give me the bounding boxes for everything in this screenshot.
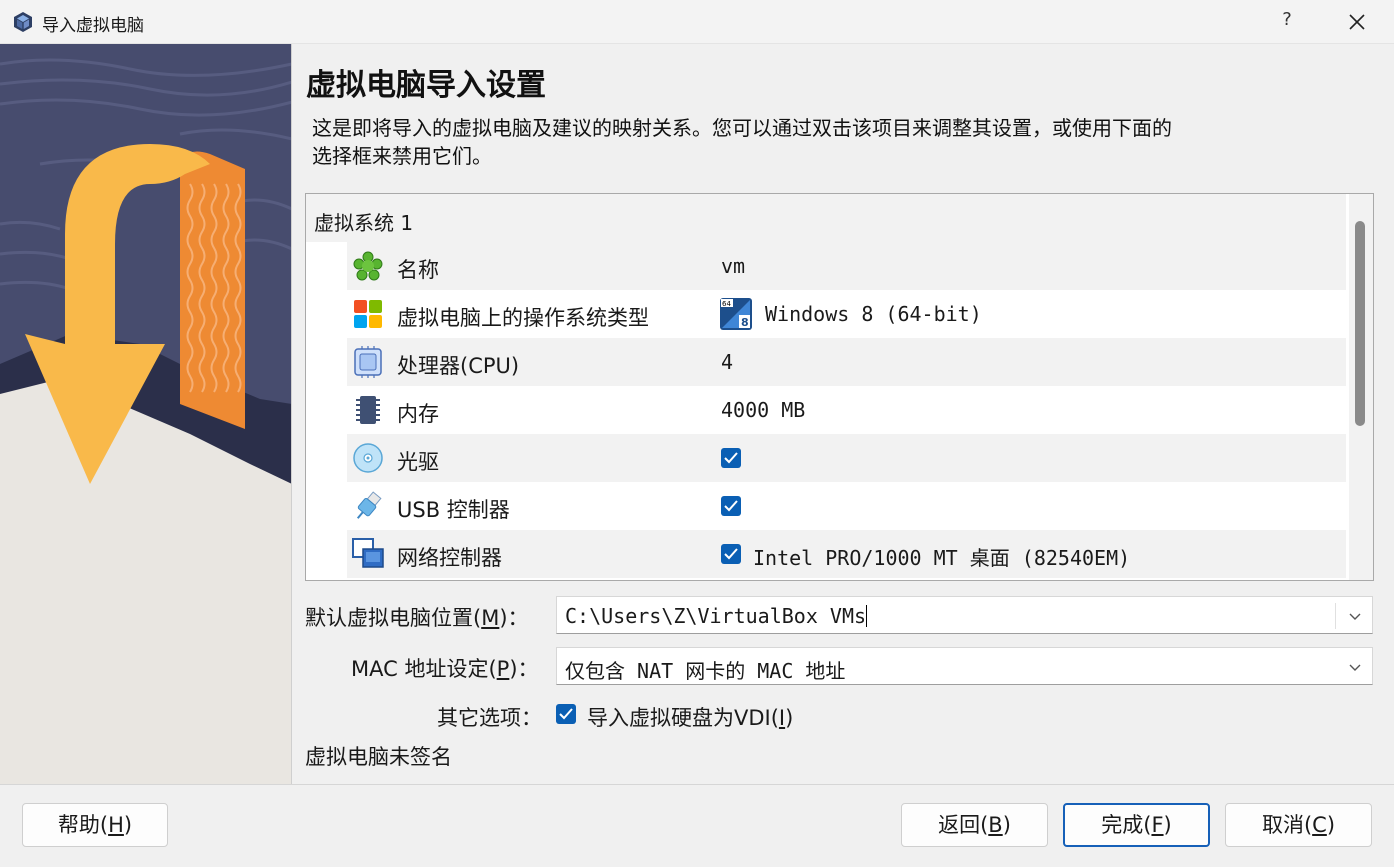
tree-scrollbar-thumb[interactable] bbox=[1355, 221, 1365, 426]
tree-scrollbar[interactable] bbox=[1349, 194, 1373, 580]
os-type-icon bbox=[354, 300, 382, 328]
virtual-system-label: 虚拟系统 1 bbox=[314, 211, 414, 235]
machine-folder-combobox[interactable]: C:\Users\Z\VirtualBox VMs bbox=[556, 596, 1373, 634]
finish-button[interactable]: 完成(F) bbox=[1063, 803, 1210, 847]
row-value: Windows 8 (64-bit) bbox=[765, 302, 982, 326]
name-icon bbox=[353, 251, 383, 281]
row-value: 4000 MB bbox=[721, 398, 806, 422]
row-value: 4 bbox=[721, 350, 734, 374]
back-button[interactable]: 返回(B) bbox=[901, 803, 1048, 847]
memory-icon bbox=[356, 396, 380, 424]
tree-row-memory[interactable]: 内存 4000 MB bbox=[347, 386, 1346, 434]
import-vdi-checkbox[interactable] bbox=[556, 704, 576, 724]
chevron-down-icon[interactable] bbox=[1348, 660, 1362, 674]
other-options-label: 其它选项： bbox=[437, 706, 542, 730]
page-title: 虚拟电脑导入设置 bbox=[306, 68, 546, 103]
mac-policy-label: MAC 地址设定(P)： bbox=[351, 657, 539, 681]
help-icon[interactable]: ? bbox=[1275, 9, 1299, 33]
wizard-artwork bbox=[0, 44, 292, 784]
row-label: 网络控制器 bbox=[397, 546, 502, 570]
button-bar: 帮助(H) 返回(B) 完成(F) 取消(C) bbox=[0, 784, 1394, 867]
mac-policy-value: 仅包含 NAT 网卡的 MAC 地址 bbox=[565, 659, 846, 683]
network-adapter-checkbox[interactable] bbox=[721, 544, 741, 564]
mac-policy-combobox[interactable]: 仅包含 NAT 网卡的 MAC 地址 bbox=[556, 647, 1373, 685]
appliance-settings-tree[interactable]: 虚拟系统 1 名称 vm 虚拟电脑上的操作系统类型 64 8 Windows 8… bbox=[305, 193, 1374, 581]
chevron-down-icon[interactable] bbox=[1348, 609, 1362, 623]
tree-row-usb[interactable]: USB 控制器 bbox=[347, 482, 1346, 530]
optical-drive-icon bbox=[353, 443, 383, 473]
virtualbox-icon bbox=[14, 12, 32, 32]
usb-controller-checkbox[interactable] bbox=[721, 496, 741, 516]
row-label: 虚拟电脑上的操作系统类型 bbox=[397, 306, 649, 330]
row-label: 名称 bbox=[397, 258, 439, 282]
virtual-system-header[interactable]: 虚拟系统 1 bbox=[306, 194, 1346, 242]
close-icon[interactable] bbox=[1343, 6, 1371, 38]
tree-row-name[interactable]: 名称 vm bbox=[347, 242, 1346, 290]
main-panel: 虚拟电脑导入设置 这是即将导入的虚拟电脑及建议的映射关系。您可以通过双击该项目来… bbox=[292, 44, 1394, 784]
row-label: 处理器(CPU) bbox=[397, 354, 520, 378]
svg-text:64: 64 bbox=[722, 300, 731, 308]
window-title: 导入虚拟电脑 bbox=[42, 16, 144, 36]
optical-drive-checkbox[interactable] bbox=[721, 448, 741, 468]
row-label: 光驱 bbox=[397, 450, 439, 474]
signature-status: 虚拟电脑未签名 bbox=[305, 745, 452, 769]
description-line-1: 这是即将导入的虚拟电脑及建议的映射关系。您可以通过双击该项目来调整其设置，或使用… bbox=[312, 116, 1172, 140]
page-description: 这是即将导入的虚拟电脑及建议的映射关系。您可以通过双击该项目来调整其设置，或使用… bbox=[312, 114, 1372, 170]
row-value: vm bbox=[721, 254, 746, 278]
help-button[interactable]: 帮助(H) bbox=[22, 803, 168, 847]
tree-row-optical-drive[interactable]: 光驱 bbox=[347, 434, 1346, 482]
cpu-icon bbox=[354, 346, 382, 378]
row-label: 内存 bbox=[397, 402, 439, 426]
tree-row-os-type[interactable]: 虚拟电脑上的操作系统类型 64 8 Windows 8 (64-bit) bbox=[347, 290, 1346, 338]
row-value: Intel PRO/1000 MT 桌面 (82540EM) bbox=[753, 546, 1131, 570]
machine-folder-value: C:\Users\Z\VirtualBox VMs bbox=[565, 604, 868, 628]
svg-text:8: 8 bbox=[741, 316, 749, 329]
import-arrow-illustration bbox=[0, 44, 291, 784]
windows-8-64bit-icon: 64 8 bbox=[720, 298, 752, 330]
tree-row-cpu[interactable]: 处理器(CPU) 4 bbox=[347, 338, 1346, 386]
description-line-2: 选择框来禁用它们。 bbox=[312, 144, 492, 168]
cancel-button[interactable]: 取消(C) bbox=[1225, 803, 1372, 847]
usb-icon bbox=[356, 491, 382, 519]
title-bar: 导入虚拟电脑 ? bbox=[0, 0, 1394, 44]
machine-folder-label: 默认虚拟电脑位置(M)： bbox=[305, 606, 529, 630]
row-label: USB 控制器 bbox=[397, 498, 510, 522]
network-icon bbox=[352, 538, 384, 568]
import-vdi-label[interactable]: 导入虚拟硬盘为VDI(I) bbox=[587, 702, 793, 732]
tree-row-network[interactable]: 网络控制器 Intel PRO/1000 MT 桌面 (82540EM) bbox=[347, 530, 1346, 578]
